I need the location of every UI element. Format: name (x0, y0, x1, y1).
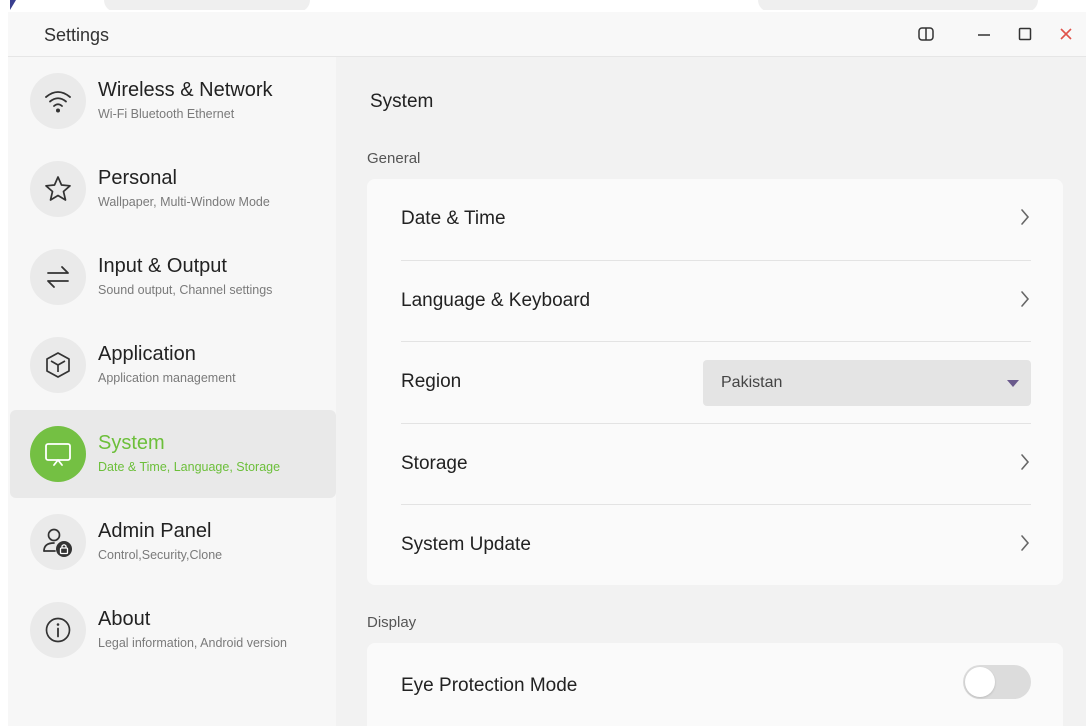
sidebar-item-subtitle: Control,Security,Clone (98, 548, 223, 562)
row-label: Date & Time (401, 208, 506, 229)
language-keyboard-row[interactable]: Language & Keyboard (401, 261, 1031, 342)
sidebar-item-subtitle: Sound output, Channel settings (98, 283, 273, 297)
row-label: Language & Keyboard (401, 290, 591, 311)
maximize-icon (1018, 27, 1032, 41)
close-icon (1060, 28, 1072, 40)
cube-icon (30, 337, 86, 393)
row-label: System Update (401, 534, 531, 555)
sidebar-item-subtitle: Wi-Fi Bluetooth Ethernet (98, 107, 235, 121)
sidebar-item-title: Input & Output (98, 255, 227, 277)
section-label-general: General (367, 150, 421, 167)
sidebar-item-subtitle: Date & Time, Language, Storage (98, 460, 281, 474)
info-icon (30, 602, 86, 658)
swap-arrows-icon (30, 249, 86, 305)
sidebar-item-personal[interactable]: Personal Wallpaper, Multi-Window Mode (10, 145, 336, 233)
sidebar: Wireless & Network Wi-Fi Bluetooth Ether… (8, 57, 336, 726)
caret-down-icon (1007, 380, 1019, 387)
sidebar-item-admin-panel[interactable]: Admin Panel Control,Security,Clone (10, 498, 336, 586)
presentation-screen-icon (30, 426, 86, 482)
minimize-icon (978, 34, 990, 36)
maximize-button[interactable] (1013, 22, 1037, 46)
system-update-row[interactable]: System Update (401, 505, 1031, 586)
background-window-fragment (758, 0, 1038, 10)
sidebar-item-application[interactable]: Application Application management (10, 321, 336, 409)
eye-protection-row: Eye Protection Mode (401, 643, 1031, 724)
sidebar-item-subtitle: Legal information, Android version (98, 636, 288, 650)
main-content: System General Date & Time Language & Ke… (336, 57, 1086, 726)
region-row: Region Pakistan (401, 342, 1031, 423)
chevron-right-icon (1021, 535, 1030, 551)
general-settings-card: Date & Time Language & Keyboard Region P… (367, 179, 1063, 585)
region-selected-value: Pakistan (721, 374, 783, 391)
storage-row[interactable]: Storage (401, 424, 1031, 505)
toggle-knob (965, 667, 995, 697)
sidebar-item-system[interactable]: System Date & Time, Language, Storage (10, 410, 336, 498)
page-title: System (370, 91, 434, 112)
background-window-strip (0, 0, 1088, 10)
minimize-button[interactable] (972, 22, 996, 46)
region-dropdown[interactable]: Pakistan (703, 360, 1031, 406)
split-screen-button[interactable] (914, 22, 938, 46)
display-settings-card: Eye Protection Mode (367, 643, 1063, 726)
row-label: Storage (401, 453, 468, 474)
sidebar-item-subtitle: Application management (98, 371, 236, 385)
sidebar-item-title: Wireless & Network (98, 79, 273, 101)
sidebar-item-title: Personal (98, 167, 177, 189)
sidebar-item-title: Application (98, 343, 196, 365)
sidebar-item-title: About (98, 608, 151, 630)
window-title: Settings (44, 25, 110, 45)
chevron-right-icon (1021, 209, 1030, 225)
split-icon (918, 27, 934, 41)
sidebar-item-subtitle: Wallpaper, Multi-Window Mode (98, 195, 270, 209)
chevron-right-icon (1021, 454, 1030, 470)
chevron-right-icon (1021, 291, 1030, 307)
sidebar-item-title: Admin Panel (98, 520, 212, 542)
sidebar-item-about[interactable]: About Legal information, Android version (10, 586, 336, 674)
sidebar-item-wireless-network[interactable]: Wireless & Network Wi-Fi Bluetooth Ether… (10, 57, 336, 145)
date-time-row[interactable]: Date & Time (401, 179, 1031, 260)
eye-protection-toggle[interactable] (963, 665, 1031, 699)
wifi-icon (30, 73, 86, 129)
title-bar: Settings (8, 12, 1086, 57)
window-corner-mark (10, 0, 16, 10)
section-label-display: Display (367, 614, 417, 631)
sidebar-item-title: System (98, 432, 165, 454)
sidebar-item-input-output[interactable]: Input & Output Sound output, Channel set… (10, 233, 336, 321)
star-icon (30, 161, 86, 217)
settings-window: Settings Wireless & Network Wi-Fi Blueto… (8, 12, 1086, 726)
background-window-fragment (104, 0, 310, 10)
row-label: Eye Protection Mode (401, 675, 578, 696)
user-lock-icon (30, 514, 86, 570)
row-label: Region (401, 371, 462, 392)
close-button[interactable] (1054, 22, 1078, 46)
